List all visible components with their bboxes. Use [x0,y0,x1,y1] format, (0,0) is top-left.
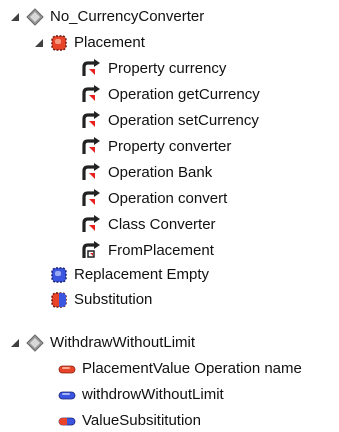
tree-item-property-currency[interactable]: Property currency [80,58,330,80]
tree-item-placementvalue-operation-name[interactable]: PlacementValue Operation name [56,358,339,380]
tree-node-label: Replacement Empty [74,266,210,283]
tree-node-root-no-currency-converter[interactable]: No_CurrencyConverter [10,6,330,28]
model-diamond-icon [24,6,46,28]
red-pill-icon [56,358,78,380]
tree-item-label: PlacementValue Operation name [82,360,302,377]
blue-pill-icon [56,384,78,406]
tree-item-label: withdrowWithoutLimit [82,386,224,403]
tree-item-withdrowwithoutlimit[interactable]: withdrowWithoutLimit [56,384,339,406]
tree-node-label: WithdrawWithoutLimit [50,334,196,351]
tree-item-class-converter[interactable]: Class Converter [80,214,330,236]
dependency-arrow-icon [80,162,102,184]
dependency-arrow-icon [80,58,102,80]
dependency-arrow-icon [80,188,102,210]
tree-item-label: ValueSubsititution [82,412,201,429]
tree-node-label: No_CurrencyConverter [50,8,205,25]
tree-node-substitution[interactable]: Substitution [48,289,328,311]
tree-item-operation-setcurrency[interactable]: Operation setCurrency [80,110,330,132]
blue-package-icon [48,264,70,286]
tree-item-label: FromPlacement [108,242,214,259]
tree-node-label: Substitution [74,291,153,308]
tree-item-label: Property converter [108,138,232,155]
tree-node-replacement-empty[interactable]: Replacement Empty [48,264,328,286]
dependency-arrow-icon [80,84,102,106]
tree-item-label: Operation getCurrency [108,86,260,103]
dependency-arrow-icon [80,214,102,236]
tree-item-operation-getcurrency[interactable]: Operation getCurrency [80,84,330,106]
dependency-arrow-alt-icon [80,240,102,262]
tree-node-placement[interactable]: Placement [34,32,334,54]
red-package-icon [48,32,70,54]
red-blue-package-icon [48,289,70,311]
tree-node-root-withdraw-without-limit[interactable]: WithdrawWithoutLimit [10,332,330,354]
dependency-arrow-icon [80,136,102,158]
expanded-triangle-icon[interactable] [10,6,20,28]
expanded-triangle-icon[interactable] [34,32,44,54]
tree-item-fromplacement[interactable]: FromPlacement [80,240,330,262]
tree-item-operation-bank[interactable]: Operation Bank [80,162,330,184]
expanded-triangle-icon[interactable] [10,332,20,354]
tree-item-label: Class Converter [108,216,216,233]
model-diamond-icon [24,332,46,354]
tree-item-operation-convert[interactable]: Operation convert [80,188,330,210]
tree-item-label: Operation Bank [108,164,213,181]
tree-item-label: Operation convert [108,190,228,207]
tree-item-valuesubsititution[interactable]: ValueSubsititution [56,410,339,432]
tree-item-label: Property currency [108,60,227,77]
red-blue-pill-icon [56,410,78,432]
tree-item-label: Operation setCurrency [108,112,259,129]
tree-node-label: Placement [74,34,145,51]
tree-item-property-converter[interactable]: Property converter [80,136,330,158]
dependency-arrow-icon [80,110,102,132]
